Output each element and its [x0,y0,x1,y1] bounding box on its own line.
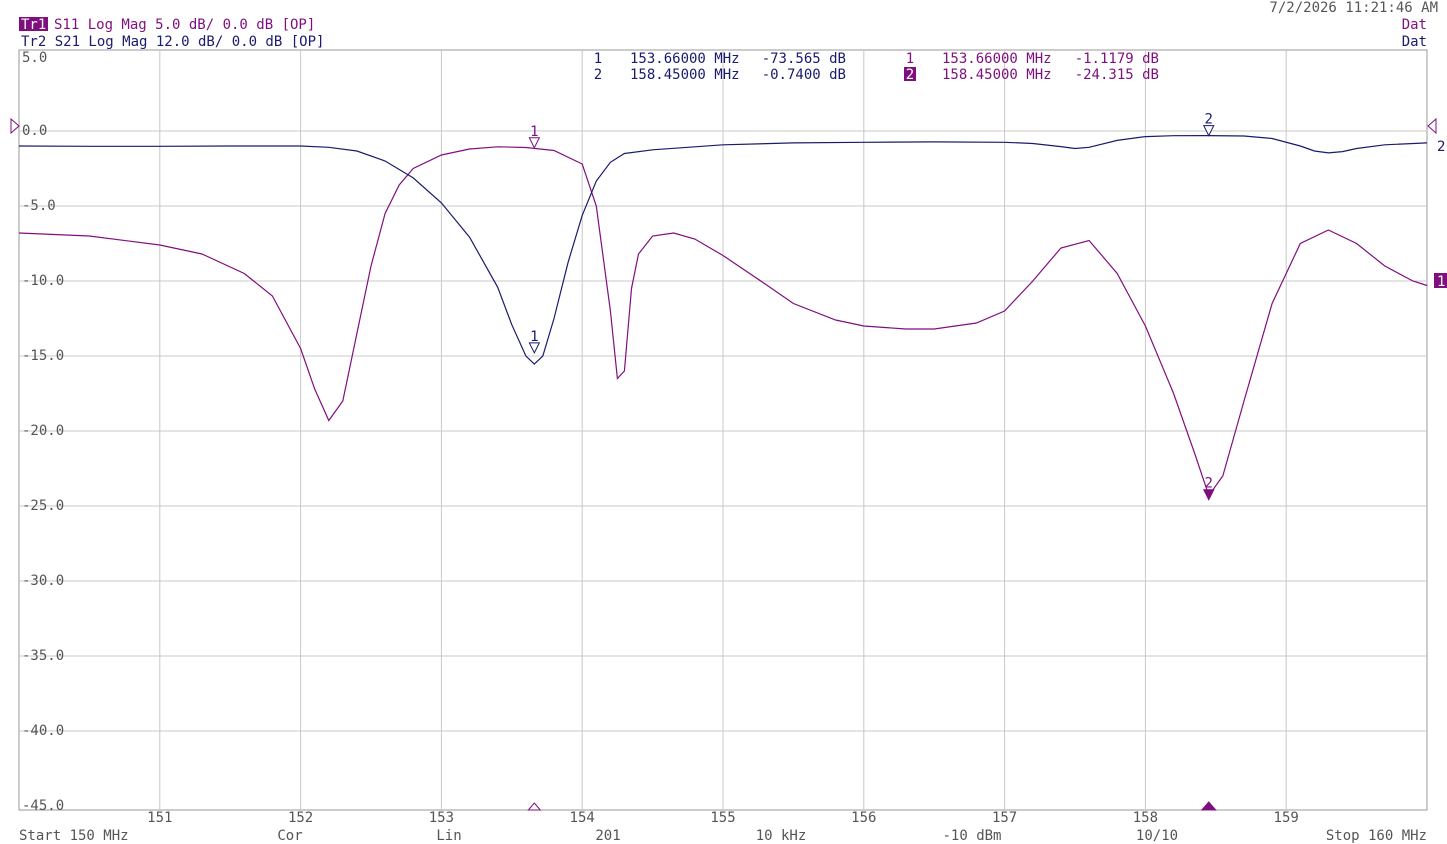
vna-chart: Tr1 S11 Log Mag 5.0 dB/ 0.0 dB [OP] Tr2 … [10,0,1447,844]
status-trace2: Dat [1402,34,1427,50]
status-trace1: Dat [1402,17,1427,33]
x-tick-label: 156 [851,810,876,826]
marker-left-1-value: -73.565 dB [762,51,846,67]
y-tick-label: -35.0 [22,648,64,664]
marker-left-2-freq: 158.45000 MHz [630,67,740,83]
y-tick-label: -10.0 [22,273,64,289]
marker-2-s21-label: 2 [1205,112,1213,128]
trace1-end-label: 1 [1437,274,1445,290]
y-tick-label: 0.0 [22,123,47,139]
datetime: 7/2/2026 11:21:46 AM [1269,0,1438,16]
marker-1-stimulus-icon [527,802,542,811]
marker-left-1-id: 1 [594,51,602,67]
y-tick-label: -5.0 [22,198,56,214]
sweep-points: 201 [595,828,620,844]
reference-right-arrow[interactable] [1427,117,1437,135]
marker-left-1-freq: 153.66000 MHz [630,51,740,67]
x-tick-label: 153 [429,810,454,826]
correction-status: Cor [277,828,302,844]
marker-table-trace2: 1 153.66000 MHz -73.565 dB 2 158.45000 M… [594,51,846,83]
y-tick-label: -45.0 [22,798,64,814]
y-tick-label: -25.0 [22,498,64,514]
marker-right-2-freq: 158.45000 MHz [942,67,1052,83]
sweep-type: Lin [436,828,461,844]
x-tick-label: 155 [710,810,735,826]
x-tick-label: 159 [1274,810,1299,826]
averaging-count: 10/10 [1136,828,1178,844]
trace2-label: Tr2 S21 Log Mag 12.0 dB/ 0.0 dB [OP] [21,34,324,50]
x-tick-label: 151 [147,810,172,826]
marker-left-2-id: 2 [594,67,602,83]
marker-right-1-value: -1.1179 dB [1075,51,1159,67]
x-tick-label: 152 [288,810,313,826]
stop-frequency: Stop 160 MHz [1326,828,1427,844]
marker-2-s11-label: 2 [1205,476,1213,492]
y-tick-label: -40.0 [22,723,64,739]
y-tick-label: -20.0 [22,423,64,439]
x-tick-label: 157 [992,810,1017,826]
if-bandwidth: 10 kHz [756,828,807,844]
marker-1-s11-label: 1 [530,124,538,140]
y-tick-label: -15.0 [22,348,64,364]
marker-right-2-id: 2 [906,67,914,83]
marker-2-stimulus-icon [1200,801,1217,811]
trace2-end-label: 2 [1437,139,1445,155]
marker-right-1-freq: 153.66000 MHz [942,51,1052,67]
status-bar: Start 150 MHz Cor Lin 201 10 kHz -10 dBm… [19,828,1427,844]
marker-table-trace1: 1 153.66000 MHz -1.1179 dB 2 158.45000 M… [904,51,1159,83]
marker-left-2-value: -0.7400 dB [762,67,846,83]
marker-right-2-value: -24.315 dB [1075,67,1159,83]
trace1-label: S11 Log Mag 5.0 dB/ 0.0 dB [OP] [54,17,315,33]
x-tick-label: 158 [1133,810,1158,826]
marker-1-s21-label: 1 [530,329,538,345]
source-power: -10 dBm [942,828,1001,844]
marker-symbols: 1 1 2 2 [527,112,1217,811]
marker-right-1-id: 1 [906,51,914,67]
grid: 5.0 0.0 -5.0 -10.0 -15.0 -20.0 -25.0 -30.0 -35.0… [18,49,1428,826]
start-frequency: Start 150 MHz [19,828,129,844]
x-tick-label: 154 [570,810,595,826]
reference-left-arrow[interactable] [10,117,20,135]
y-tick-label: 5.0 [22,50,47,66]
y-tick-label: -30.0 [22,573,64,589]
trace1-id: Tr1 [21,17,46,33]
